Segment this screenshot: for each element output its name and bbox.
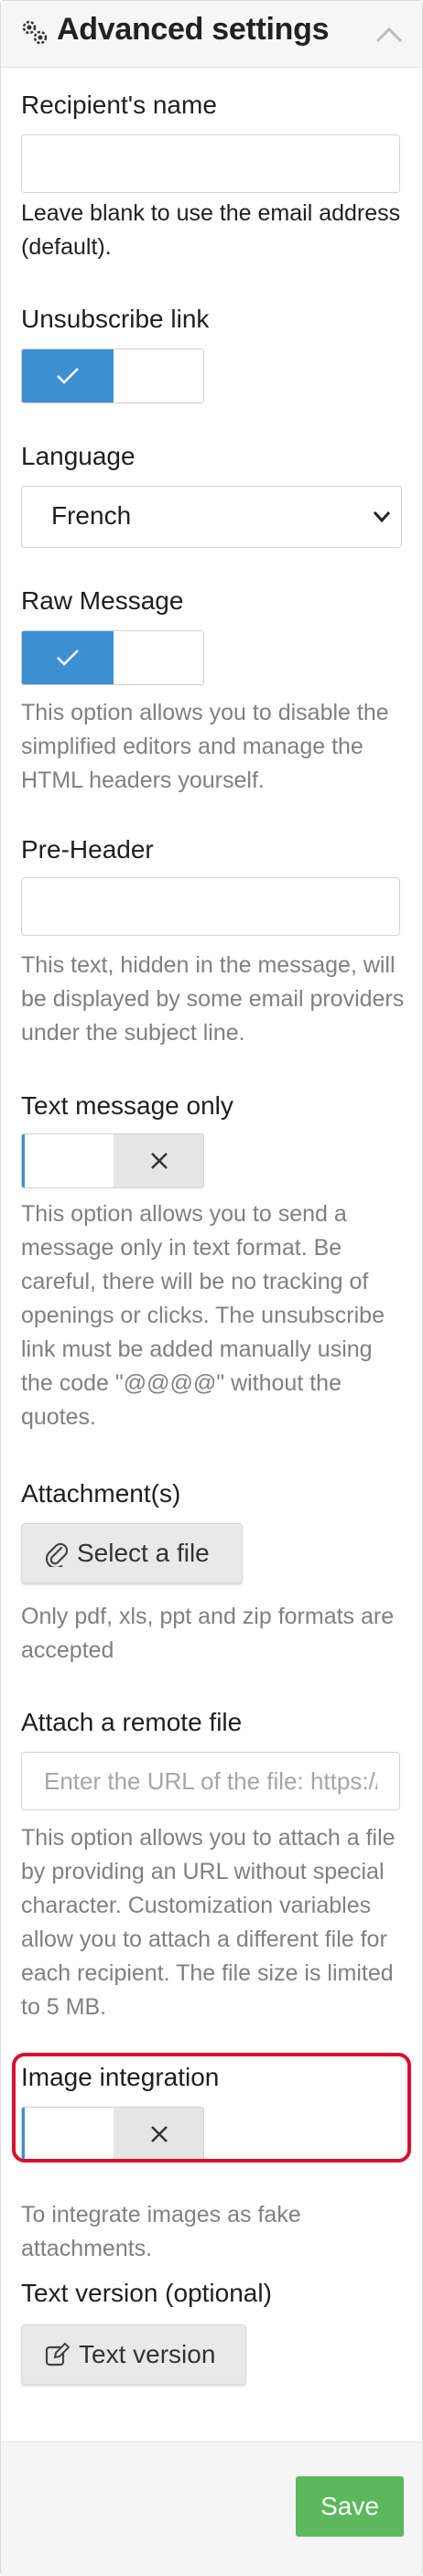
text-version-button[interactable]: Text version xyxy=(21,2324,246,2385)
attachments-help: Only pdf, xls, ppt and zip formats are a… xyxy=(21,1604,395,1663)
image-integration-help: To integrate images as fake attachments. xyxy=(21,2202,301,2261)
toggle-on-segment xyxy=(22,349,114,402)
text-message-only-toggle[interactable] xyxy=(21,1133,204,1188)
recipient-name-help: Leave blank to use the email address (de… xyxy=(21,200,401,260)
toggle-knob xyxy=(22,1134,114,1187)
paperclip-icon xyxy=(45,1542,68,1567)
recipient-name-label: Recipient's name xyxy=(21,91,217,119)
remote-file-input[interactable] xyxy=(22,1753,399,1809)
recipient-name-input[interactable] xyxy=(22,135,399,192)
check-icon xyxy=(57,649,79,666)
gears-icon xyxy=(22,20,48,45)
raw-message-help: This option allows you to disable the si… xyxy=(21,700,389,793)
language-select[interactable]: French xyxy=(21,486,402,548)
attachments-label: Attachment(s) xyxy=(21,1479,181,1508)
text-message-only-label: Text message only xyxy=(21,1091,233,1120)
chevron-down-icon xyxy=(373,511,391,523)
advanced-settings-panel: Advanced settings Recipient's name Leave… xyxy=(0,0,423,2576)
select-file-label: Select a file xyxy=(77,1539,210,1567)
toggle-knob xyxy=(114,631,203,684)
pre-header-help: This text, hidden in the message, will b… xyxy=(21,952,405,1046)
unsubscribe-link-label: Unsubscribe link xyxy=(21,305,210,333)
recipient-name-field[interactable] xyxy=(21,134,400,193)
edit-icon xyxy=(45,2342,70,2367)
remote-file-help: This option allows you to attach a file … xyxy=(21,1825,396,2020)
text-version-label: Text version (optional) xyxy=(21,2279,272,2307)
select-file-button[interactable]: Select a file xyxy=(21,1523,243,1583)
language-label: Language xyxy=(21,442,136,470)
close-icon xyxy=(151,1153,168,1169)
toggle-off-segment xyxy=(114,1134,203,1187)
pre-header-field[interactable] xyxy=(21,877,400,936)
image-integration-highlight xyxy=(12,2053,411,2163)
remote-file-field[interactable] xyxy=(21,1752,400,1810)
toggle-knob xyxy=(114,349,203,402)
panel-header[interactable]: Advanced settings xyxy=(1,1,422,68)
pre-header-label: Pre-Header xyxy=(21,835,154,864)
text-message-only-help: This option allows you to send a message… xyxy=(21,1201,385,1430)
language-selected-value: French xyxy=(51,501,132,530)
text-version-button-label: Text version xyxy=(79,2340,216,2368)
unsubscribe-link-toggle[interactable] xyxy=(21,349,204,403)
toggle-on-segment xyxy=(22,631,114,684)
panel-title: Advanced settings xyxy=(57,12,330,47)
raw-message-label: Raw Message xyxy=(21,586,184,615)
pre-header-input[interactable] xyxy=(22,878,399,935)
check-icon xyxy=(57,368,79,384)
remote-file-label: Attach a remote file xyxy=(21,1708,243,1736)
raw-message-toggle[interactable] xyxy=(21,630,204,685)
save-button[interactable]: Save xyxy=(296,2476,404,2537)
chevron-up-icon[interactable] xyxy=(374,25,404,45)
